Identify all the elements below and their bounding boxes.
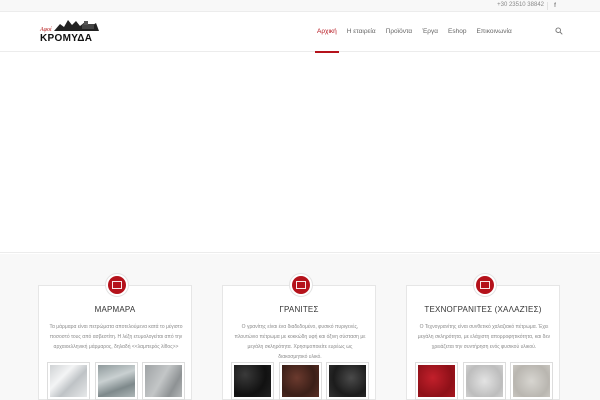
- card-thumbnails: [231, 362, 369, 400]
- card-title[interactable]: ΤΕΧΝΟΓΡΑΝΙΤΕΣ (ΧΑΛΑΖΊΕΣ): [407, 305, 559, 314]
- topbar-divider: [547, 2, 548, 10]
- product-card-marble: ΜΑΡΜΑΡΑ Τα μάρμαρα είναι πετρώματα αποτε…: [38, 273, 192, 400]
- nav-item-company[interactable]: Η εταιρεία: [342, 12, 381, 52]
- site-header: Αφοί ΚΡΟΜΥΔΑ Αρχική Η εταιρεία Προϊόντα …: [0, 12, 600, 53]
- card-icon-circle: [105, 273, 129, 297]
- quartz-thumbnail[interactable]: [415, 362, 458, 400]
- card-icon-circle: [289, 273, 313, 297]
- card-description: Ο γρανίτης είναι ένα διαδεδομένο, φυσικό…: [234, 324, 366, 360]
- card-description: Ο Τεχνογρανίτης είναι συνθετικό χαλαζιακ…: [417, 324, 551, 350]
- tile-icon: [296, 281, 306, 289]
- marble-thumbnail[interactable]: [94, 362, 138, 400]
- logo-mark-icon: [54, 20, 99, 31]
- nav-item-projects[interactable]: Έργα: [417, 12, 443, 52]
- nav-item-contact[interactable]: Επικοινωνία: [471, 12, 516, 52]
- nav-item-eshop[interactable]: Eshop: [443, 12, 471, 52]
- tile-icon: [112, 281, 122, 289]
- card-icon-circle: [473, 273, 497, 297]
- quartz-thumbnail[interactable]: [462, 362, 506, 400]
- card-title[interactable]: ΓΡΑΝΙΤΕΣ: [223, 305, 375, 314]
- nav-item-home[interactable]: Αρχική: [312, 12, 342, 53]
- card-thumbnails: [415, 362, 553, 400]
- granite-thumbnail[interactable]: [278, 362, 322, 400]
- card-thumbnails: [47, 362, 185, 400]
- search-icon: [555, 27, 563, 35]
- marble-thumbnail[interactable]: [142, 362, 185, 400]
- quartz-thumbnail[interactable]: [510, 362, 553, 400]
- phone-number[interactable]: +30 23510 38842: [497, 2, 544, 8]
- product-card-engineered-stone: ΤΕΧΝΟΓΡΑΝΙΤΕΣ (ΧΑΛΑΖΊΕΣ) Ο Τεχνογρανίτης…: [406, 273, 560, 400]
- search-button[interactable]: [553, 12, 567, 52]
- hero-slider-area: [0, 53, 600, 253]
- nav-item-products[interactable]: Προϊόντα: [381, 12, 418, 52]
- main-navigation: Αρχική Η εταιρεία Προϊόντα Έργα Eshop Επ…: [312, 12, 563, 53]
- logo-wordmark: ΚΡΟΜΥΔΑ: [40, 33, 93, 44]
- logo[interactable]: Αφοί ΚΡΟΜΥΔΑ: [40, 18, 106, 48]
- card-title[interactable]: ΜΑΡΜΑΡΑ: [39, 305, 191, 314]
- granite-thumbnail[interactable]: [326, 362, 369, 400]
- card-description: Τα μάρμαρα είναι πετρώματα αποτελούμενα …: [49, 324, 183, 350]
- product-card-granite: ΓΡΑΝΙΤΕΣ Ο γρανίτης είναι ένα διαδεδομέν…: [222, 273, 376, 400]
- marble-thumbnail[interactable]: [47, 362, 90, 400]
- top-info-bar: +30 23510 38842 f: [0, 0, 600, 12]
- facebook-icon[interactable]: f: [550, 1, 560, 11]
- tile-icon: [480, 281, 490, 289]
- granite-thumbnail[interactable]: [231, 362, 274, 400]
